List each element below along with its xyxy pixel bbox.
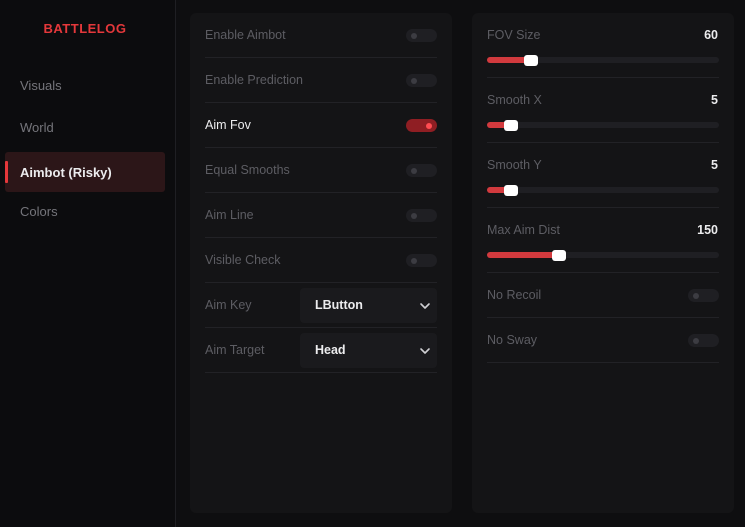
setting-row-no-sway: No Sway [487, 318, 719, 363]
setting-label: Aim Line [205, 208, 254, 222]
slider-value: 5 [711, 93, 718, 107]
no-sway-toggle[interactable] [688, 334, 719, 347]
aimbot-settings-panel: Enable Aimbot Enable Prediction Aim Fov … [190, 13, 452, 513]
visible-check-toggle[interactable] [406, 254, 437, 267]
sidebar: BATTLELOG Visuals World Aimbot (Risky) C… [0, 0, 176, 527]
setting-label: Aim Key [205, 298, 252, 312]
aim-key-dropdown[interactable]: LButton [300, 288, 437, 323]
slider-row-smooth-y: Smooth Y 5 [487, 143, 719, 208]
slider-label: Max Aim Dist [487, 223, 560, 237]
toggle-knob [693, 337, 699, 344]
setting-label: No Recoil [487, 288, 542, 302]
slider-label: FOV Size [487, 28, 541, 42]
slider-row-fov-size: FOV Size 60 [487, 13, 719, 78]
slider-handle[interactable] [504, 184, 519, 196]
slider-value: 60 [704, 28, 718, 42]
nav-item-colors[interactable]: Colors [5, 191, 165, 231]
no-recoil-toggle[interactable] [688, 289, 719, 302]
smooth-x-slider[interactable] [487, 119, 719, 131]
max-aim-dist-slider[interactable] [487, 249, 719, 261]
toggle-knob [411, 212, 417, 219]
dropdown-value: Head [315, 343, 346, 357]
setting-label: Aim Target [205, 343, 265, 357]
setting-label: No Sway [487, 333, 538, 347]
setting-label: Enable Aimbot [205, 28, 286, 42]
slider-handle[interactable] [504, 119, 519, 131]
aim-target-dropdown[interactable]: Head [300, 333, 437, 368]
setting-row-equal-smooths: Equal Smooths [205, 148, 437, 193]
setting-row-enable-aimbot: Enable Aimbot [205, 13, 437, 58]
slider-label: Smooth X [487, 93, 542, 107]
setting-label: Enable Prediction [205, 73, 303, 87]
toggle-knob [411, 257, 417, 264]
brand-logo: BATTLELOG [43, 21, 127, 36]
toggle-knob [411, 77, 417, 84]
slider-value: 150 [697, 223, 718, 237]
toggle-knob [693, 292, 699, 299]
setting-row-aim-line: Aim Line [205, 193, 437, 238]
equal-smooths-toggle[interactable] [406, 164, 437, 177]
setting-label: Equal Smooths [205, 163, 290, 177]
setting-row-no-recoil: No Recoil [487, 273, 719, 318]
setting-row-visible-check: Visible Check [205, 238, 437, 283]
nav-item-aimbot[interactable]: Aimbot (Risky) [5, 152, 165, 192]
fov-size-slider[interactable] [487, 54, 719, 66]
nav-item-world[interactable]: World [5, 107, 165, 147]
setting-row-enable-prediction: Enable Prediction [205, 58, 437, 103]
slider-fill [487, 252, 559, 258]
aim-fov-toggle[interactable] [406, 119, 437, 132]
aim-line-toggle[interactable] [406, 209, 437, 222]
nav-item-label: World [20, 119, 54, 135]
setting-label: Aim Fov [205, 118, 251, 132]
nav-item-label: Aimbot (Risky) [20, 164, 112, 180]
setting-row-aim-key: Aim Key LButton [205, 283, 437, 328]
nav-item-label: Visuals [20, 77, 62, 93]
slider-handle[interactable] [524, 54, 539, 66]
slider-row-smooth-x: Smooth X 5 [487, 78, 719, 143]
smooth-y-slider[interactable] [487, 184, 719, 196]
toggle-knob [411, 167, 417, 174]
chevron-down-icon [420, 303, 430, 309]
slider-value: 5 [711, 158, 718, 172]
setting-row-aim-fov: Aim Fov [205, 103, 437, 148]
nav-item-label: Colors [20, 203, 58, 219]
nav-item-visuals[interactable]: Visuals [5, 65, 165, 105]
toggle-knob [411, 32, 417, 39]
dropdown-value: LButton [315, 298, 363, 312]
setting-row-aim-target: Aim Target Head [205, 328, 437, 373]
chevron-down-icon [420, 348, 430, 354]
enable-prediction-toggle[interactable] [406, 74, 437, 87]
slider-handle[interactable] [551, 249, 566, 261]
toggle-knob [426, 122, 432, 129]
setting-label: Visible Check [205, 253, 281, 267]
aimbot-tuning-panel: FOV Size 60 Smooth X 5 Smooth Y 5 Max Ai… [472, 13, 734, 513]
slider-row-max-aim-dist: Max Aim Dist 150 [487, 208, 719, 273]
enable-aimbot-toggle[interactable] [406, 29, 437, 42]
slider-label: Smooth Y [487, 158, 542, 172]
